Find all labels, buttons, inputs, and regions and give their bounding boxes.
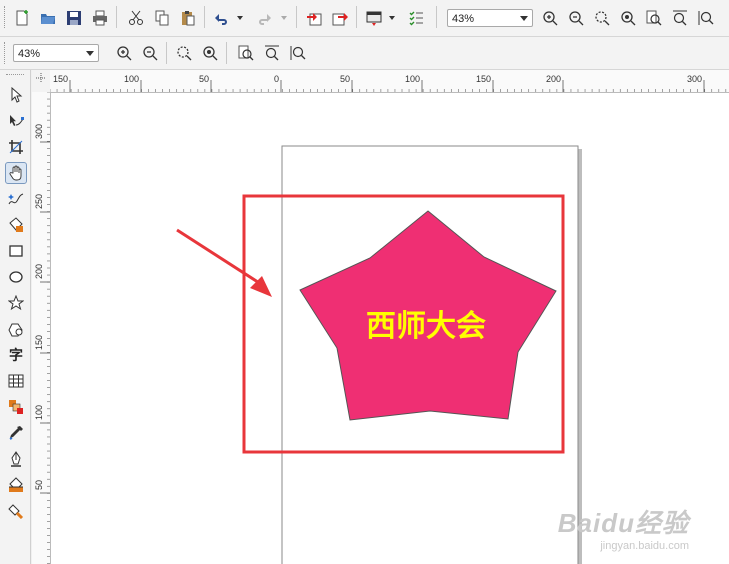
zoom-toolbar-value: 43% (18, 48, 41, 60)
ruler-tick-label: 100 (124, 74, 139, 84)
toolbox-grip[interactable] (6, 74, 24, 77)
zoom-width-icon[interactable] (670, 8, 690, 28)
standard-toolbar: 43% (0, 0, 729, 37)
undo-icon[interactable] (212, 8, 232, 28)
zoom-height-icon[interactable] (696, 8, 716, 28)
zoom-toolbar: 43% (0, 37, 729, 70)
interactive-blend-tool[interactable] (5, 396, 27, 418)
ruler-tick-label: 150 (476, 74, 491, 84)
new-icon[interactable] (12, 8, 32, 28)
fill-tool[interactable] (5, 474, 27, 496)
launcher-dropdown-icon[interactable] (386, 8, 398, 28)
ruler-origin[interactable] (32, 70, 51, 93)
undo-dropdown-icon[interactable] (234, 8, 246, 28)
shape-tool[interactable] (5, 110, 27, 132)
watermark-brand: Baidu经验 (557, 508, 689, 538)
open-icon[interactable] (38, 8, 58, 28)
cut-icon[interactable] (126, 8, 146, 28)
zoom-selected-icon[interactable] (592, 8, 612, 28)
rectangle-tool[interactable] (5, 240, 27, 262)
zoom-height-icon[interactable] (288, 43, 308, 63)
basic-shapes-tool[interactable] (5, 318, 27, 340)
vertical-ruler[interactable]: 300 250 200 150 100 50 (32, 92, 51, 564)
ruler-tick-label: 150 (34, 335, 44, 350)
chevron-down-icon (86, 51, 94, 56)
zoom-in-icon[interactable] (540, 8, 560, 28)
zoom-level-value: 43% (452, 13, 475, 25)
print-icon[interactable] (90, 8, 110, 28)
ellipse-tool[interactable] (5, 266, 27, 288)
ruler-tick-label: 50 (34, 480, 44, 490)
ruler-tick-label: 300 (687, 74, 702, 84)
ruler-tick-label: 300 (34, 124, 44, 139)
shape-text[interactable]: 西师大会 (366, 309, 486, 344)
redo-icon[interactable] (254, 8, 274, 28)
ruler-tick-label: 100 (405, 74, 420, 84)
zoom-selected-icon[interactable] (174, 43, 194, 63)
ruler-tick-label: 100 (34, 405, 44, 420)
zoom-width-icon[interactable] (262, 43, 282, 63)
ruler-tick-label: 200 (546, 74, 561, 84)
interactive-fill-tool[interactable] (5, 500, 27, 522)
ruler-tick-label: 50 (340, 74, 350, 84)
zoom-out-icon[interactable] (566, 8, 586, 28)
text-tool[interactable]: 字 (5, 344, 27, 366)
toolbox: 字 (0, 70, 31, 564)
zoom-level-select[interactable]: 43% (447, 9, 533, 27)
redo-dropdown-icon[interactable] (278, 8, 290, 28)
ruler-tick-label: 50 (199, 74, 209, 84)
annotation-arrow (176, 228, 265, 288)
zoom-page-icon[interactable] (644, 8, 664, 28)
drawing-canvas[interactable]: 西师大会 Baidu经验 jingyan.baidu.com (51, 93, 729, 564)
smart-fill-tool[interactable] (5, 214, 27, 236)
chevron-down-icon (520, 16, 528, 21)
options-icon[interactable] (406, 8, 426, 28)
pan-tool[interactable] (5, 162, 27, 184)
import-icon[interactable] (304, 8, 324, 28)
zoom-all-icon[interactable] (618, 8, 638, 28)
watermark-url: jingyan.baidu.com (600, 540, 689, 552)
polygon-tool[interactable] (5, 292, 27, 314)
zoom-toolbar-select[interactable]: 43% (13, 44, 99, 62)
eyedropper-tool[interactable] (5, 422, 27, 444)
crop-tool[interactable] (5, 136, 27, 158)
ruler-tick-label: 200 (34, 264, 44, 279)
application-launcher-icon[interactable] (364, 8, 384, 28)
zoom-page-icon[interactable] (236, 43, 256, 63)
zoom-in-icon[interactable] (114, 43, 134, 63)
export-icon[interactable] (330, 8, 350, 28)
pick-tool[interactable] (5, 84, 27, 106)
watermark: Baidu经验 jingyan.baidu.com (558, 503, 689, 552)
table-tool[interactable] (5, 370, 27, 392)
ruler-tick-label: 150 (53, 74, 68, 84)
toolbar-grip[interactable] (4, 6, 8, 28)
toolbar-grip[interactable] (4, 42, 8, 64)
ruler-tick-label: 0 (274, 74, 279, 84)
save-icon[interactable] (64, 8, 84, 28)
ruler-tick-label: 250 (34, 194, 44, 209)
copy-icon[interactable] (152, 8, 172, 28)
horizontal-ruler[interactable]: 150 100 50 0 50 100 150 200 300 (50, 70, 729, 93)
zoom-out-icon[interactable] (140, 43, 160, 63)
freehand-tool[interactable] (5, 188, 27, 210)
text-tool-glyph: 字 (9, 348, 23, 364)
paste-icon[interactable] (178, 8, 198, 28)
zoom-all-icon[interactable] (200, 43, 220, 63)
outline-tool[interactable] (5, 448, 27, 470)
